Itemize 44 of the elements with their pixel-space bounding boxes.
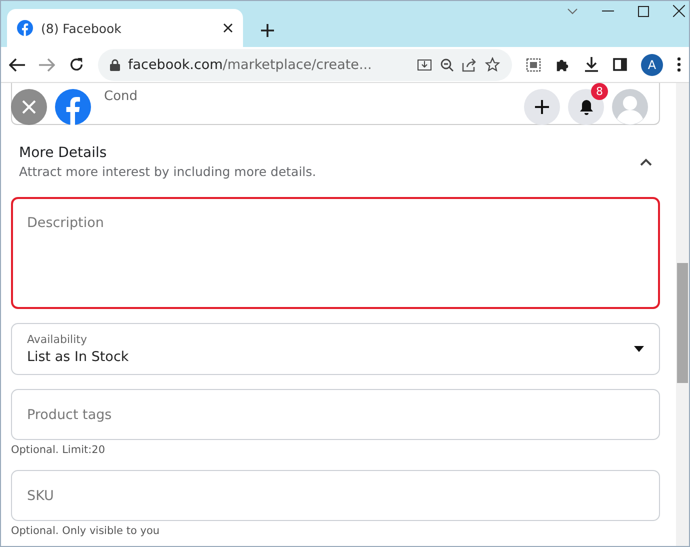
minimize-icon[interactable] — [602, 10, 614, 12]
notification-count: 8 — [591, 83, 608, 100]
close-button[interactable] — [11, 89, 47, 125]
reload-icon[interactable] — [69, 57, 84, 72]
dropdown-caret-icon — [634, 346, 644, 352]
field-hint: Optional. Limit:20 — [11, 444, 106, 456]
create-button[interactable] — [524, 89, 560, 125]
logo-icon — [17, 20, 33, 36]
section-title: More Details — [19, 145, 108, 161]
field-label: Availability — [27, 333, 88, 346]
address-bar[interactable]: facebook.com/marketplace/create... — [98, 48, 512, 80]
install-icon[interactable] — [417, 58, 432, 72]
star-icon[interactable] — [485, 57, 500, 72]
close-icon[interactable] — [223, 23, 233, 33]
side-panel-icon[interactable] — [613, 58, 627, 71]
back-arrow-icon[interactable] — [9, 58, 25, 72]
new-tab-icon[interactable] — [261, 24, 274, 37]
puzzle-icon[interactable] — [555, 57, 570, 72]
field-hint: Optional. Only visible to you — [11, 525, 161, 537]
chevron-down-icon[interactable] — [567, 8, 578, 14]
availability-dropdown[interactable]: Availability List as In Stock — [11, 323, 660, 375]
profile-avatar[interactable]: A — [641, 54, 663, 76]
plus-icon — [535, 100, 549, 114]
lock-icon — [110, 58, 120, 70]
bell-icon — [578, 99, 594, 115]
maximize-icon[interactable] — [638, 6, 649, 16]
forward-arrow-icon[interactable] — [39, 58, 55, 72]
field-value: List as In Stock — [27, 349, 130, 365]
close-icon — [21, 99, 37, 115]
chevron-up-icon[interactable] — [640, 158, 652, 166]
text-field[interactable]: Product tags — [11, 389, 660, 440]
scrollbar[interactable] — [676, 83, 689, 546]
share-icon[interactable] — [462, 58, 477, 72]
browser-tab[interactable]: (8) Facebook — [7, 9, 243, 47]
section-subtitle: Attract more interest by including more details. — [19, 164, 318, 179]
text-field[interactable]: SKU — [11, 470, 660, 521]
close-icon[interactable] — [673, 5, 685, 17]
screenshot-icon[interactable] — [526, 58, 541, 72]
description-field[interactable]: Description — [11, 197, 660, 309]
zoom-out-icon[interactable] — [440, 58, 454, 72]
logo-icon[interactable] — [55, 89, 91, 125]
menu-icon[interactable] — [677, 57, 681, 72]
download-icon[interactable] — [584, 57, 599, 72]
field-label: Cond — [104, 89, 138, 104]
